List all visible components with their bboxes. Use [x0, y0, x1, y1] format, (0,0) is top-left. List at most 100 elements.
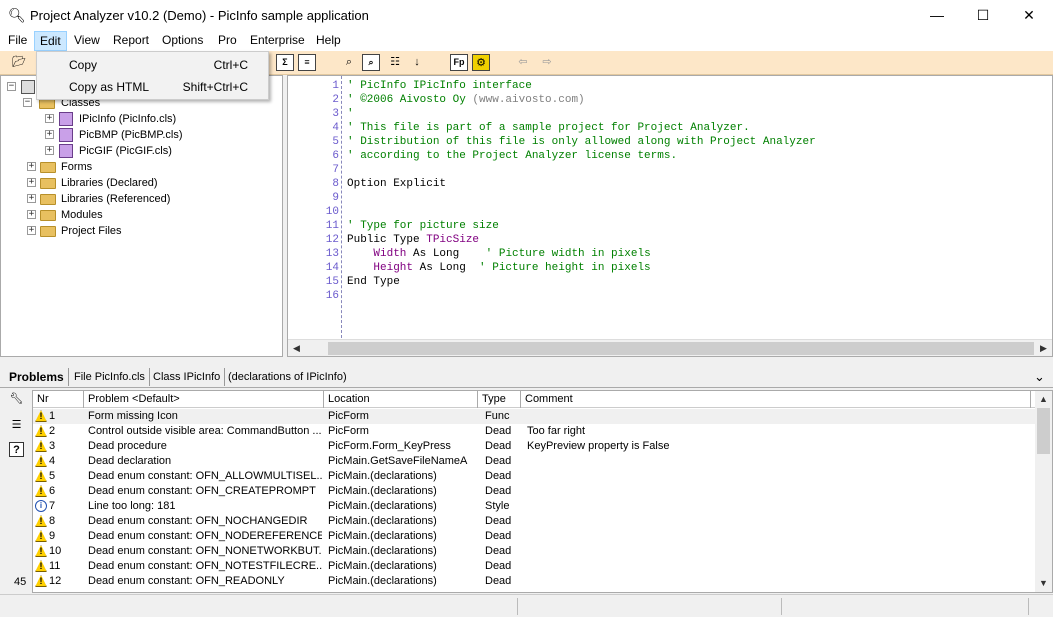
scroll-left-icon[interactable]: ◀ [288, 340, 305, 356]
line-number: 16 [325, 290, 339, 302]
cell-nr: 9 [49, 530, 56, 542]
table-row[interactable]: ! 12 Dead enum constant: OFN_READONLY PicMa… [33, 574, 1035, 589]
close-button[interactable]: ✕ [1006, 0, 1052, 31]
table-row[interactable]: ! 1 Form missing Icon PicForm Func [33, 409, 1035, 424]
menu-options[interactable]: Options [157, 31, 208, 51]
status-bar [0, 594, 1053, 617]
table-row[interactable]: ! 10 Dead enum constant: OFN_NONETWORKBUT.… [33, 544, 1035, 559]
menu-copy-as-html[interactable]: Copy as HTML Shift+Ctrl+C [37, 76, 268, 98]
expand-icon[interactable]: + [27, 194, 36, 203]
cell-comment [527, 529, 1027, 544]
menu-pro[interactable]: Pro [213, 31, 242, 51]
flowchart-icon[interactable]: ☷ [386, 54, 404, 71]
expand-icon[interactable]: + [27, 178, 36, 187]
maximize-button[interactable]: ☐ [960, 0, 1006, 31]
table-row[interactable]: ! 8 Dead enum constant: OFN_NOCHANGEDIR Pic… [33, 514, 1035, 529]
tree-item-ipicinfo[interactable]: + IPicInfo (PicInfo.cls) [45, 111, 245, 127]
expand-icon[interactable]: + [27, 210, 36, 219]
tab-problems[interactable]: Problems [5, 368, 69, 386]
expand-icon[interactable]: + [27, 226, 36, 235]
menu-help[interactable]: Help [311, 31, 346, 51]
panel-splitter[interactable] [0, 357, 1053, 364]
line-number: 2 [332, 94, 339, 106]
tree-label: Modules [61, 209, 103, 221]
project-tree[interactable]: − − Classes + IPicInfo (PicInfo.cls) + P… [0, 75, 283, 357]
expand-icon[interactable]: + [27, 162, 36, 171]
gear-icon[interactable]: ⚙ [472, 54, 490, 71]
column-header-comment[interactable]: Comment [521, 391, 1031, 408]
tree-root[interactable]: − [7, 79, 37, 95]
minimize-button[interactable]: — [914, 0, 960, 31]
expand-icon[interactable]: + [45, 146, 54, 155]
tab-class-ipicinfo[interactable]: Class IPicInfo [149, 368, 226, 386]
problems-grid[interactable]: Nr Problem <Default> Location Type Comme… [32, 390, 1053, 593]
chevron-down-icon[interactable]: ⌄ [1030, 368, 1049, 386]
tree-item-libraries-declared[interactable]: + Libraries (Declared) [27, 175, 227, 191]
tab-declarations[interactable]: (declarations of IPicInfo) [224, 368, 351, 386]
line-number: 1 [332, 80, 339, 92]
table-row[interactable]: ! 2 Control outside visible area: CommandB… [33, 424, 1035, 439]
tree-item-picgif[interactable]: + PicGIF (PicGIF.cls) [45, 143, 245, 159]
column-header-problem[interactable]: Problem <Default> [84, 391, 324, 408]
tree-item-libraries-referenced[interactable]: + Libraries (Referenced) [27, 191, 227, 207]
folder-icon [40, 178, 56, 189]
code-token: As Long [406, 248, 486, 260]
fp-icon[interactable]: Fp [450, 54, 468, 71]
menu-edit[interactable]: Edit [34, 31, 67, 51]
enum-icon[interactable]: ↓ [408, 54, 426, 71]
find-doc-icon[interactable]: ⌕ [362, 54, 380, 71]
code-horizontal-scrollbar[interactable]: ◀ ▶ [288, 339, 1052, 356]
tree-item-modules[interactable]: + Modules [27, 207, 227, 223]
report-icon[interactable]: ≡ [298, 54, 316, 71]
table-row[interactable]: ! 11 Dead enum constant: OFN_NOTESTFILECRE… [33, 559, 1035, 574]
collapse-icon[interactable]: − [23, 98, 32, 107]
table-row[interactable]: i 7 Line too long: 181 PicMain.(declaration… [33, 499, 1035, 514]
column-header-location[interactable]: Location [324, 391, 478, 408]
sum-icon[interactable]: Σ [276, 54, 294, 71]
code-token: ' PicInfo IPicInfo interface [347, 80, 532, 92]
forward-arrow-icon[interactable]: ⇨ [538, 54, 556, 71]
code-viewer[interactable]: 1 ' PicInfo IPicInfo interface 2 ' ©2006 Ai… [287, 75, 1053, 357]
scroll-down-icon[interactable]: ▼ [1035, 575, 1052, 592]
tree-label: Forms [61, 161, 93, 173]
code-text: ' according to the Project Analyzer lice… [347, 149, 677, 163]
scroll-right-icon[interactable]: ▶ [1035, 340, 1052, 356]
cell-type: Dead [485, 485, 512, 497]
column-header-type[interactable]: Type [478, 391, 521, 408]
tab-file-picinfo[interactable]: File PicInfo.cls [70, 368, 150, 386]
grid-vertical-scrollbar[interactable]: ▲ ▼ [1035, 391, 1052, 592]
expand-icon[interactable]: + [45, 114, 54, 123]
expand-icon[interactable]: + [45, 130, 54, 139]
menu-copy[interactable]: Copy Ctrl+C [37, 54, 268, 76]
menu-report[interactable]: Report [108, 31, 154, 51]
collapse-icon[interactable]: − [7, 82, 16, 91]
menu-enterprise[interactable]: Enterprise [245, 31, 310, 51]
scroll-up-icon[interactable]: ▲ [1035, 391, 1052, 408]
table-row[interactable]: ! 5 Dead enum constant: OFN_ALLOWMULTISEL.… [33, 469, 1035, 484]
code-token: Public Type [347, 234, 427, 246]
table-row[interactable]: ! 6 Dead enum constant: OFN_CREATEPROMPT Pi… [33, 484, 1035, 499]
table-row[interactable]: ! 9 Dead enum constant: OFN_NODEREFERENCE.… [33, 529, 1035, 544]
scroll-thumb[interactable] [1037, 408, 1050, 454]
tree-item-project-files[interactable]: + Project Files [27, 223, 227, 239]
scroll-thumb[interactable] [328, 342, 1034, 355]
wrench-icon[interactable]: 🔧︎ [9, 392, 24, 407]
menu-file[interactable]: File [3, 31, 32, 51]
open-folder-icon[interactable]: 📂︎ [10, 54, 28, 71]
back-arrow-icon[interactable]: ⇦ [514, 54, 532, 71]
code-token: TPicSize [426, 234, 480, 246]
column-header-nr[interactable]: Nr [33, 391, 84, 408]
table-row[interactable]: ! 3 Dead procedure PicForm.Form_KeyPress Dea… [33, 439, 1035, 454]
line-number: 3 [332, 108, 339, 120]
cell-location: PicMain.(declarations) [328, 575, 437, 587]
tree-item-picbmp[interactable]: + PicBMP (PicBMP.cls) [45, 127, 245, 143]
checklist-icon[interactable]: ☰ [9, 418, 24, 433]
menu-view[interactable]: View [69, 31, 105, 51]
code-text: End Type [347, 275, 400, 289]
table-row[interactable]: ! 4 Dead declaration PicMain.GetSaveFileNam… [33, 454, 1035, 469]
cell-type: Dead [485, 530, 512, 542]
help-icon[interactable]: ? [9, 442, 24, 457]
cell-nr: 10 [49, 545, 62, 557]
find-icon[interactable]: ⌕ [340, 54, 358, 71]
tree-item-forms[interactable]: + Forms [27, 159, 227, 175]
